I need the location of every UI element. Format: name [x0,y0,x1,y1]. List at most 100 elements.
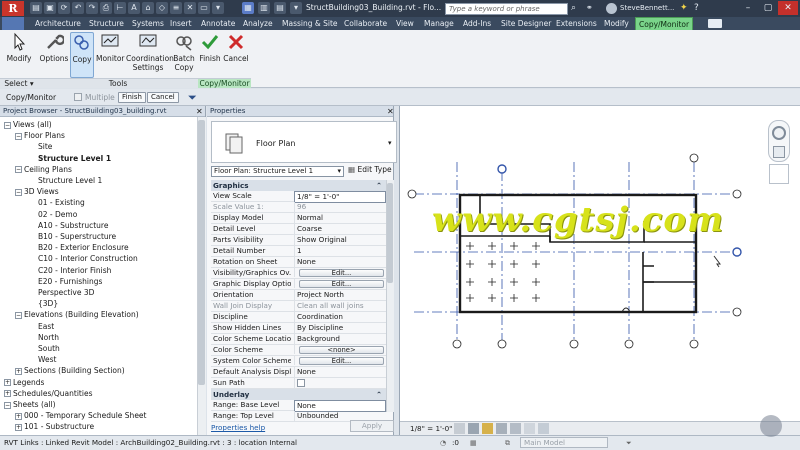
expand-icon[interactable]: + [15,423,22,431]
tree-item[interactable]: − Views (all) [4,119,52,130]
panel-select-label[interactable]: Select ▾ [0,78,38,88]
tree-item[interactable]: East [26,321,54,332]
project-browser-scroll-thumb[interactable] [198,120,205,385]
finish-option-button[interactable]: Finish [118,92,146,103]
collapse-icon[interactable]: − [15,188,22,196]
cascade-icon[interactable]: ▤ [274,2,286,14]
tab-structure[interactable]: Structure [86,17,127,30]
visual-style-icon[interactable] [468,423,479,434]
detail-level-icon[interactable] [454,423,465,434]
property-value[interactable]: Edit... [294,268,386,277]
play-icon[interactable] [760,415,782,437]
graphics-section[interactable]: Graphics ⌃ [211,180,386,191]
file-tab[interactable] [2,17,24,30]
drawing-area[interactable] [399,106,800,435]
filter-icon-status[interactable]: ⏷ [626,436,632,450]
expand-icon[interactable]: + [4,379,11,387]
property-edit-button[interactable]: <none> [299,346,384,354]
undo-icon[interactable]: ↶ [72,2,84,14]
user-name[interactable]: SteveBennett... [620,4,674,12]
collapse-section-icon[interactable]: ⌃ [376,180,382,191]
coordination-settings-button[interactable]: Coordination Settings [126,32,174,78]
collapse-icon[interactable]: − [15,311,22,319]
sun-path-icon[interactable] [482,423,493,434]
property-value[interactable]: Coordination [294,312,386,322]
collapse-icon[interactable]: − [4,121,11,129]
section-icon[interactable]: ◇ [156,2,168,14]
viewcube-icon[interactable] [769,164,789,184]
modify-button[interactable]: Modify [4,32,34,78]
tab-collaborate[interactable]: Collaborate [341,17,390,30]
finish-button[interactable]: Finish [199,32,221,78]
tree-item[interactable]: North [26,332,59,343]
dropdown-icon[interactable]: ▾ [290,2,302,14]
property-value[interactable]: Normal [294,213,386,223]
save-icon[interactable]: ▣ [44,2,56,14]
property-edit-button[interactable]: Edit... [299,357,384,365]
tree-item[interactable]: − Sheets (all) [4,399,56,410]
type-dropdown-icon[interactable]: ▾ [388,139,392,147]
sun-path-checkbox[interactable] [297,379,305,387]
workspace-icon[interactable]: ▦ [242,2,254,14]
view-scale-label[interactable]: 1/8" = 1'-0" [410,424,453,433]
temp-hide-icon[interactable] [538,423,549,434]
tree-item[interactable]: {3D} [26,298,58,309]
tree-item[interactable]: + Sections (Building Section) [15,365,125,376]
property-edit-button[interactable]: Edit... [299,280,384,288]
binoculars-icon[interactable]: ⚭ [586,3,593,12]
property-value[interactable]: Project North [294,290,386,300]
tile-icon[interactable]: ▥ [258,2,270,14]
tree-item[interactable]: B20 - Exterior Enclosure [26,242,129,253]
tree-item[interactable]: South [26,343,60,354]
tab-insert[interactable]: Insert [167,17,195,30]
property-value[interactable]: By Discipline [294,323,386,333]
tree-item[interactable]: − Ceiling Plans [15,164,72,175]
copy-button[interactable]: Copy [70,32,94,78]
design-options-icon[interactable]: ⧉ [505,436,510,450]
measure-icon[interactable]: ⊢ [114,2,126,14]
close-hidden-icon[interactable]: ✕ [184,2,196,14]
property-value[interactable]: None [294,257,386,267]
type-selector-dropdown[interactable]: Floor Plan: Structure Level 1 ▾ [211,166,344,177]
editing-requests-icon[interactable]: ▦ [470,436,477,450]
tab-site-designer[interactable]: Site Designer [498,17,554,30]
annotate-icon[interactable]: A [128,2,140,14]
tree-item[interactable]: − Floor Plans [15,130,65,141]
tree-item[interactable]: +101 - Substructure [15,421,94,432]
tree-item[interactable]: 02 - Demo [26,209,77,220]
tree-item[interactable]: C10 - Interior Construction [26,253,138,264]
tree-item[interactable]: Perspective 3D [26,287,94,298]
collapse-icon[interactable]: − [15,166,22,174]
collapse-icon[interactable]: − [4,401,11,409]
tab-extensions[interactable]: Extensions [553,17,600,30]
tree-item[interactable]: 01 - Existing [26,197,85,208]
sync-icon[interactable]: ⟳ [58,2,70,14]
tab-view[interactable]: View [393,17,417,30]
help-icon[interactable]: ? [694,3,699,13]
tree-item[interactable]: + Legends [4,377,44,388]
tree-item[interactable]: +000 - Temporary Schedule Sheet [15,410,146,421]
maximize-icon[interactable]: ▢ [758,1,778,15]
print-icon[interactable]: ⎙ [100,2,112,14]
active-model-dropdown[interactable]: Main Model [520,437,608,448]
tab-massing-site[interactable]: Massing & Site [279,17,341,30]
property-value[interactable]: <none> [294,345,386,354]
tree-item[interactable]: −3D Views [15,186,59,197]
minimize-ribbon-icon[interactable] [708,19,722,28]
zoom-icon[interactable] [773,146,785,158]
tab-copy-monitor[interactable]: Copy/Monitor [635,17,694,30]
tab-architecture[interactable]: Architecture [32,17,84,30]
batch-copy-button[interactable]: Batch Copy [172,32,196,78]
property-value[interactable]: 1 [294,246,386,256]
tree-item[interactable]: Structure Level 1 [26,175,102,186]
tree-item[interactable]: − Elevations (Building Elevation) [15,309,139,320]
tab-modify[interactable]: Modify [601,17,632,30]
open-icon[interactable]: ▤ [30,2,42,14]
edit-type-button[interactable]: ▦ Edit Type [348,165,392,174]
property-value[interactable]: Background [294,334,386,344]
thin-lines-icon[interactable]: ≡ [170,2,182,14]
apply-button[interactable]: Apply [350,420,394,432]
tab-annotate[interactable]: Annotate [198,17,238,30]
search-icon[interactable]: ⌕ [571,3,582,14]
properties-scroll-thumb[interactable] [387,183,393,283]
